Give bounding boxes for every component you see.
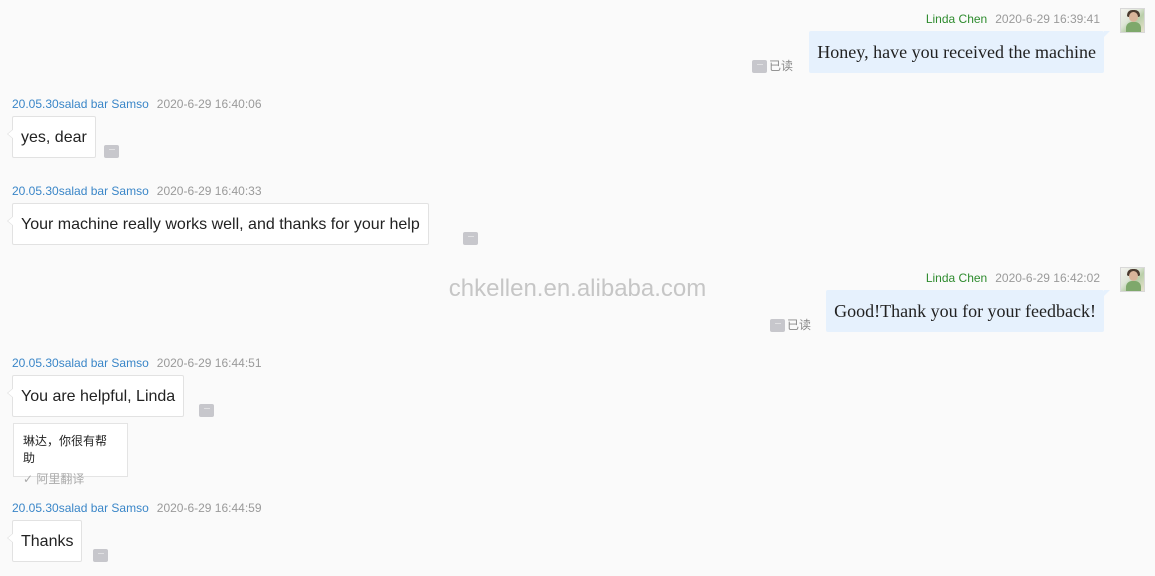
sender-name[interactable]: 20.05.30salad bar Samso <box>12 356 149 370</box>
read-status: ··· 已读 <box>769 316 811 333</box>
timestamp: 2020-6-29 16:40:06 <box>156 97 262 111</box>
message-header: 20.05.30salad bar Samso 2020-6-29 16:40:0… <box>12 97 262 111</box>
more-options-icon[interactable]: ··· <box>93 549 108 562</box>
message-bubble[interactable]: Honey, have you received the machine <box>809 31 1110 73</box>
avatar[interactable] <box>1120 8 1145 33</box>
message-header: 20.05.30salad bar Samso 2020-6-29 16:44:5… <box>12 501 262 515</box>
read-status: ··· 已读 <box>751 57 793 74</box>
message-bubble[interactable]: Your machine really works well, and than… <box>7 203 429 245</box>
timestamp: 2020-6-29 16:40:33 <box>156 184 262 198</box>
sender-name[interactable]: 20.05.30salad bar Samso <box>12 97 149 111</box>
message-header: 20.05.30salad bar Samso 2020-6-29 16:40:3… <box>12 184 262 198</box>
message-bubble[interactable]: yes, dear <box>7 116 96 158</box>
translation-box: 琳达，你很有帮助 ✓ 阿里翻译 <box>13 423 128 486</box>
translation-source-label: 阿里翻译 <box>36 472 85 486</box>
more-options-icon[interactable]: ··· <box>199 404 214 417</box>
message-header: 20.05.30salad bar Samso 2020-6-29 16:44:5… <box>12 356 262 370</box>
sender-name[interactable]: Linda Chen <box>926 12 987 26</box>
message-bubble[interactable]: Good!Thank you for your feedback! <box>826 290 1110 332</box>
sender-name[interactable]: 20.05.30salad bar Samso <box>12 184 149 198</box>
message-bubble[interactable]: Thanks <box>6 520 83 562</box>
timestamp: 2020-6-29 16:44:51 <box>156 356 262 370</box>
read-label: 已读 <box>786 318 811 332</box>
more-options-icon[interactable]: ··· <box>463 232 478 245</box>
timestamp: 2020-6-29 16:44:59 <box>156 501 262 515</box>
more-options-icon[interactable]: ··· <box>751 60 767 74</box>
more-options-icon[interactable]: ··· <box>104 145 119 158</box>
message-header: Linda Chen 2020-6-29 16:39:41 <box>926 12 1100 26</box>
timestamp: 2020-6-29 16:42:02 <box>995 271 1100 285</box>
timestamp: 2020-6-29 16:39:41 <box>995 12 1100 26</box>
avatar[interactable] <box>1120 267 1145 292</box>
message-header: Linda Chen 2020-6-29 16:42:02 <box>926 271 1100 285</box>
message-bubble[interactable]: You are helpful, Linda <box>6 375 185 417</box>
translation-text: 琳达，你很有帮助 <box>23 434 108 465</box>
translation-source: ✓ 阿里翻译 <box>23 470 118 487</box>
read-label: 已读 <box>768 59 793 73</box>
sender-name[interactable]: 20.05.30salad bar Samso <box>12 501 149 515</box>
check-icon: ✓ <box>23 472 34 486</box>
more-options-icon[interactable]: ··· <box>769 319 785 333</box>
sender-name[interactable]: Linda Chen <box>926 271 987 285</box>
